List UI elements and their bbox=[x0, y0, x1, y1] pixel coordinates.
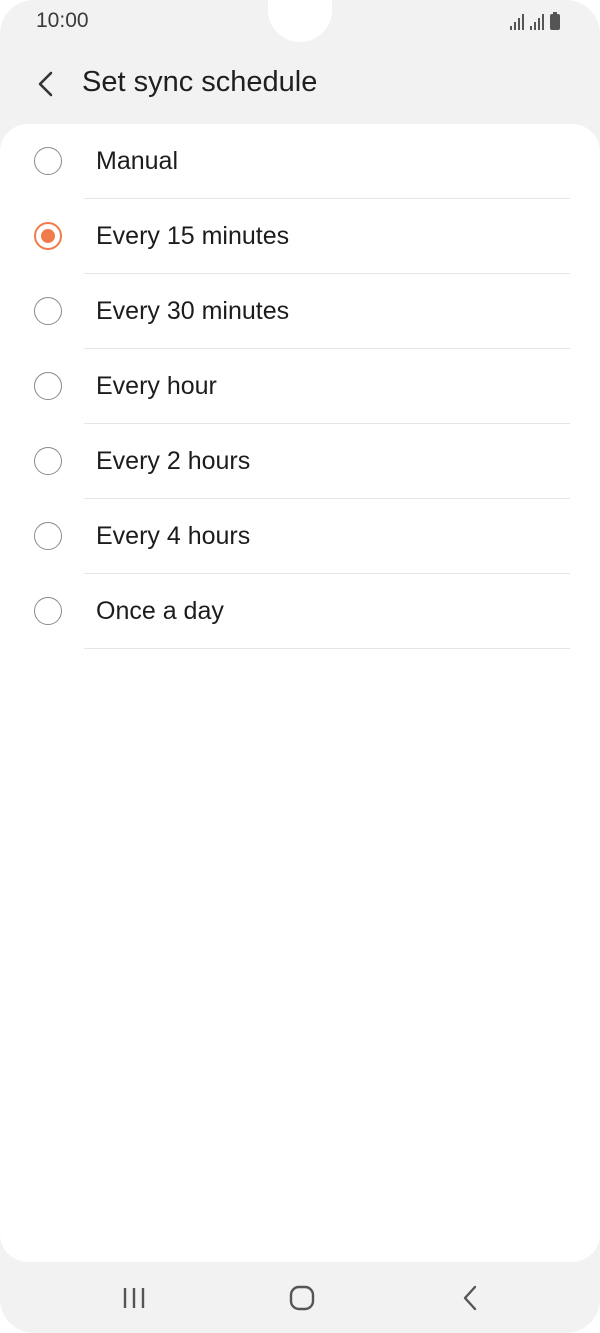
radio-button[interactable] bbox=[34, 522, 62, 550]
signal-icon bbox=[530, 14, 544, 30]
sync-option-2-hours[interactable]: Every 2 hours bbox=[0, 424, 600, 499]
recent-apps-icon bbox=[123, 1287, 145, 1308]
radio-button-selected[interactable] bbox=[34, 222, 62, 250]
phone-screen: 10:00 Set sync schedule Manual Every 15 … bbox=[0, 0, 600, 1333]
sync-option-list: Manual Every 15 minutes Every 30 minutes… bbox=[0, 124, 600, 649]
page-title: Set sync schedule bbox=[82, 66, 318, 98]
options-card: Manual Every 15 minutes Every 30 minutes… bbox=[0, 124, 600, 1262]
signal-icon bbox=[510, 14, 524, 30]
home-icon bbox=[289, 1285, 315, 1310]
option-label: Every 2 hours bbox=[96, 447, 251, 475]
app-header: Set sync schedule bbox=[0, 44, 600, 124]
status-time: 10:00 bbox=[36, 9, 89, 32]
back-icon bbox=[463, 1285, 477, 1310]
sync-option-4-hours[interactable]: Every 4 hours bbox=[0, 499, 600, 574]
home-button[interactable] bbox=[262, 1262, 342, 1333]
status-icons bbox=[510, 12, 560, 30]
option-label: Every 15 minutes bbox=[96, 222, 290, 250]
option-label: Manual bbox=[96, 147, 178, 175]
back-button[interactable] bbox=[26, 62, 66, 106]
chevron-left-icon bbox=[38, 71, 53, 97]
sync-option-once-a-day[interactable]: Once a day bbox=[0, 574, 600, 649]
radio-button[interactable] bbox=[34, 372, 62, 400]
radio-button[interactable] bbox=[34, 447, 62, 475]
recent-apps-button[interactable] bbox=[94, 1262, 174, 1333]
option-label: Every 30 minutes bbox=[96, 297, 290, 325]
radio-button[interactable] bbox=[34, 147, 62, 175]
camera-notch bbox=[268, 0, 332, 42]
battery-icon bbox=[550, 12, 560, 30]
navigation-bar bbox=[0, 1262, 600, 1333]
divider bbox=[84, 648, 570, 649]
sync-option-30-minutes[interactable]: Every 30 minutes bbox=[0, 274, 600, 349]
option-label: Once a day bbox=[96, 597, 224, 625]
back-nav-button[interactable] bbox=[430, 1262, 510, 1333]
sync-option-15-minutes[interactable]: Every 15 minutes bbox=[0, 199, 600, 274]
option-label: Every hour bbox=[96, 372, 217, 400]
status-bar: 10:00 bbox=[0, 0, 600, 44]
sync-option-manual[interactable]: Manual bbox=[0, 124, 600, 199]
radio-button[interactable] bbox=[34, 297, 62, 325]
sync-option-hour[interactable]: Every hour bbox=[0, 349, 600, 424]
radio-button[interactable] bbox=[34, 597, 62, 625]
option-label: Every 4 hours bbox=[96, 522, 251, 550]
